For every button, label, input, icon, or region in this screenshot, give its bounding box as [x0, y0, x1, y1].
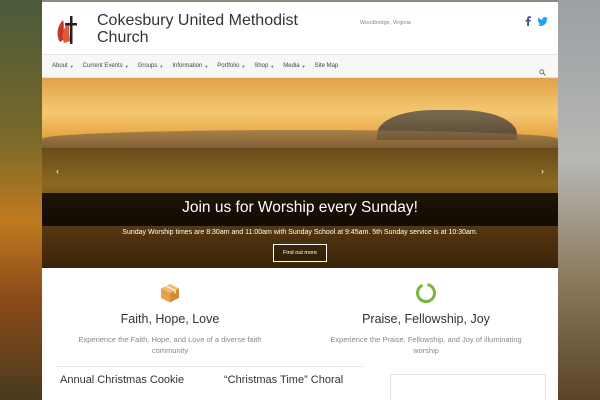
nav-item-groups[interactable]: Groups ▼: [138, 63, 164, 69]
circle-ring-icon: [415, 282, 437, 304]
section-divider: [56, 366, 363, 367]
post-title[interactable]: Annual Christmas Cookie: [60, 374, 184, 386]
chevron-down-icon: ▼: [204, 63, 209, 69]
chevron-down-icon: ▼: [241, 63, 246, 69]
nav-item-information[interactable]: Information ▼: [172, 63, 208, 69]
feature-description: Experience the Faith, Hope, and Love of …: [78, 335, 262, 355]
recent-posts: Annual Christmas Cookie “Christmas Time”…: [42, 372, 558, 400]
nav-label: About: [52, 63, 68, 69]
church-logo-icon[interactable]: [54, 12, 82, 48]
page-container: Cokesbury United Methodist Church Woodbr…: [42, 2, 558, 400]
hero-slider: ‹ › Join us for Worship every Sunday! Su…: [42, 78, 558, 268]
social-links: [524, 13, 548, 26]
twitter-icon[interactable]: [537, 13, 548, 26]
nav-label: Portfolio: [217, 63, 240, 69]
nav-label: Current Events: [82, 63, 123, 69]
nav-item-portfolio[interactable]: Portfolio ▼: [217, 63, 245, 69]
site-title[interactable]: Cokesbury United Methodist Church: [97, 12, 327, 46]
facebook-icon[interactable]: [524, 13, 532, 26]
nav-label: Site Map: [314, 63, 339, 69]
slider-text: Sunday Worship times are 8:30am and 11:0…: [122, 229, 478, 236]
main-navigation: About ▼ Current Events ▼ Groups ▼ Informati…: [42, 54, 558, 78]
nav-item-current-events[interactable]: Current Events ▼: [83, 63, 129, 69]
feature-title[interactable]: Faith, Hope, Love: [45, 312, 295, 326]
background-left: [0, 0, 42, 400]
nav-label: Information: [172, 63, 203, 69]
nav-label: Shop: [254, 63, 269, 69]
chevron-down-icon: ▼: [270, 63, 275, 69]
feature-title[interactable]: Praise, Fellowship, Joy: [301, 312, 551, 326]
site-tagline: Woodbridge, Virginia: [360, 20, 411, 26]
feature-praise-fellowship-joy: Praise, Fellowship, Joy Experience the P…: [301, 282, 551, 356]
box-icon: [159, 282, 181, 304]
search-icon[interactable]: [539, 63, 546, 76]
chevron-down-icon: ▼: [301, 63, 306, 69]
nav-item-media[interactable]: Media ▼: [283, 63, 305, 69]
nav-item-site-map[interactable]: Site Map: [315, 63, 339, 69]
background-right: [558, 0, 600, 400]
feature-faith-hope-love: Faith, Hope, Love Experience the Faith, …: [45, 282, 295, 356]
chevron-down-icon: ▼: [69, 63, 74, 69]
nav-item-about[interactable]: About ▼: [52, 63, 74, 69]
nav-item-shop[interactable]: Shop ▼: [254, 63, 274, 69]
find-out-more-button[interactable]: Find out more: [273, 244, 327, 262]
slider-title: Join us for Worship every Sunday!: [182, 199, 418, 216]
slider-prev-arrow-icon[interactable]: ‹: [56, 166, 59, 176]
sidebar-widget: [390, 374, 546, 400]
slider-next-arrow-icon[interactable]: ›: [541, 166, 544, 176]
feature-description: Experience the Praise, Fellowship, and J…: [330, 335, 522, 355]
post-title[interactable]: “Christmas Time” Choral: [224, 374, 343, 386]
nav-label: Groups: [137, 63, 158, 69]
chevron-down-icon: ▼: [159, 63, 164, 69]
features-section: Faith, Hope, Love Experience the Faith, …: [42, 268, 558, 372]
chevron-down-icon: ▼: [124, 63, 129, 69]
nav-label: Media: [283, 63, 300, 69]
site-header: Cokesbury United Methodist Church Woodbr…: [42, 2, 558, 54]
